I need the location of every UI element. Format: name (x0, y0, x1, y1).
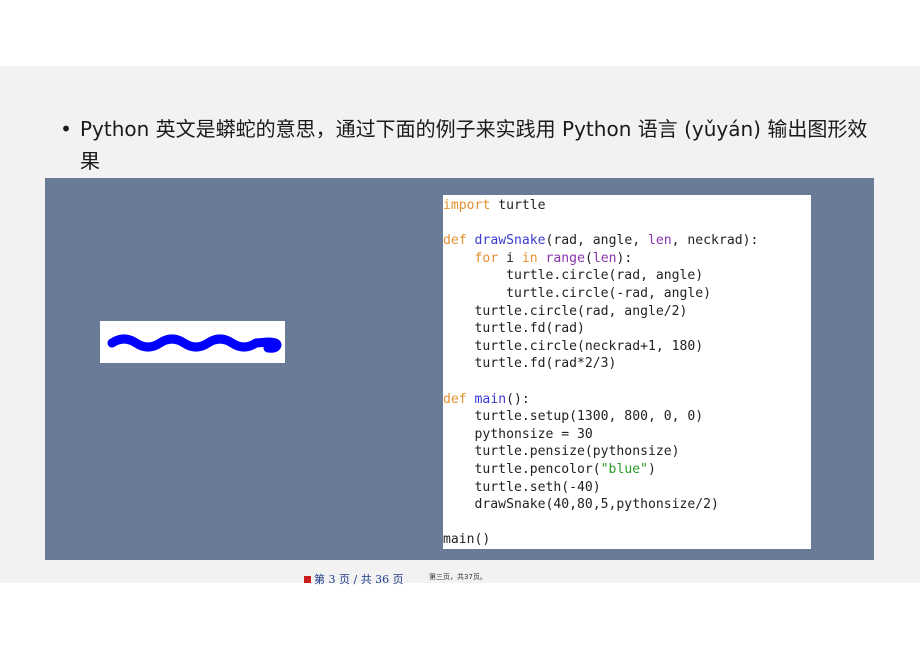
code-token: turtle.fd(rad*2/3) (443, 356, 617, 372)
example-figure: import turtle def drawSnake(rad, angle, … (45, 178, 874, 560)
code-line: turtle.circle(rad, angle/2) (443, 303, 758, 321)
code-line: turtle.pencolor("blue") (443, 461, 758, 479)
code-token: turtle (490, 198, 546, 213)
code-line: turtle.circle(-rad, angle) (443, 285, 758, 303)
code-token: main (474, 391, 507, 407)
code-token: len (592, 250, 617, 266)
code-line: def main(): (443, 391, 758, 409)
code-token: (): (506, 391, 530, 407)
code-token: ( (584, 250, 593, 266)
code-token: turtle.circle(rad, angle) (443, 268, 704, 284)
bullet-dot: • (60, 117, 72, 141)
code-token: ): (616, 250, 633, 266)
code-token: turtle.circle(neckrad+1, 180) (443, 338, 704, 354)
snake-icon (107, 334, 282, 353)
code-token: turtle.setup(1300, 800, 0, 0) (443, 409, 704, 425)
code-token: ) (647, 461, 656, 477)
bullet-paragraph: • Python 英文是蟒蛇的意思，通过下面的例子来实践用 Python 语言 … (58, 113, 868, 177)
code-token: turtle.pensize(pythonsize) (443, 444, 680, 460)
code-token: turtle.seth(-40) (443, 479, 601, 495)
code-token: def (443, 233, 467, 249)
code-token: import (443, 198, 491, 213)
code-line: turtle.circle(neckrad+1, 180) (443, 338, 758, 356)
code-token: , neckrad): (671, 233, 759, 249)
code-line: main() (443, 531, 758, 549)
footer-marker-icon (304, 576, 311, 583)
code-line: drawSnake(40,80,5,pythonsize/2) (443, 496, 758, 514)
code-listing: import turtle def drawSnake(rad, angle, … (443, 197, 758, 549)
snake-output-canvas (100, 321, 285, 363)
code-token: turtle.pencolor( (443, 461, 601, 477)
code-token: drawSnake(40,80,5,pythonsize/2) (443, 497, 719, 513)
code-line: turtle.fd(rad*2/3) (443, 355, 758, 373)
code-token: main() (443, 532, 491, 548)
bullet-text: Python 英文是蟒蛇的意思，通过下面的例子来实践用 Python 语言 (y… (80, 117, 868, 173)
code-token: i (498, 250, 522, 266)
page-indicator: 第 3 页 / 共 36 页 (314, 573, 404, 586)
code-line: turtle.setup(1300, 800, 0, 0) (443, 408, 758, 426)
code-token: (rad, angle, (545, 233, 648, 249)
snake-drawing (107, 334, 282, 353)
code-token: turtle.circle(-rad, angle) (443, 285, 712, 301)
code-token: range (545, 250, 585, 266)
code-line: turtle.fd(rad) (443, 320, 758, 338)
code-panel: import turtle def drawSnake(rad, angle, … (443, 195, 811, 549)
code-token: for (474, 250, 499, 266)
page-footer: 第 3 页 / 共 36 页 (304, 571, 404, 587)
code-line: def drawSnake(rad, angle, len, neckrad): (443, 232, 758, 250)
code-token: def (443, 391, 467, 407)
code-line: import turtle (443, 197, 758, 215)
code-token: pythonsize = 30 (443, 426, 593, 442)
code-token: turtle.circle(rad, angle/2) (443, 303, 688, 319)
code-line: pythonsize = 30 (443, 426, 758, 444)
code-line: turtle.pensize(pythonsize) (443, 443, 758, 461)
code-token: turtle.fd(rad) (443, 321, 585, 337)
code-line: turtle.circle(rad, angle) (443, 267, 758, 285)
code-token: in (521, 250, 538, 266)
code-token: len (647, 233, 672, 249)
code-line: turtle.seth(-40) (443, 479, 758, 497)
code-token: "blue" (600, 461, 648, 477)
code-token: drawSnake (474, 233, 546, 249)
code-line: for i in range(len): (443, 250, 758, 268)
footer-note: 第三页，共37页。 (429, 573, 487, 581)
